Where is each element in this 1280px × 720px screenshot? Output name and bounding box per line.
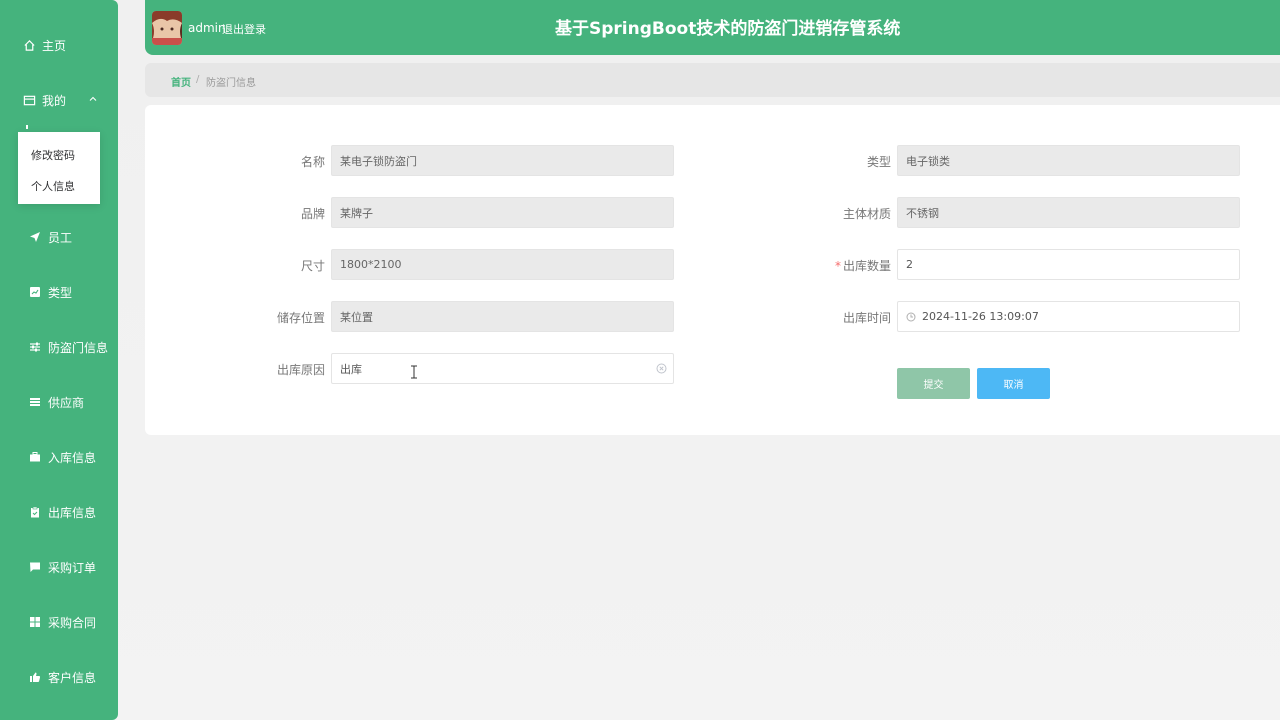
brand-value: 某牌子 <box>340 206 373 220</box>
chart-box-icon <box>28 285 42 299</box>
menu-item-label: 防盗门信息 <box>48 340 109 355</box>
brand-label: 品牌 <box>300 207 325 221</box>
avatar <box>152 11 182 45</box>
menu-item-stock-out[interactable]: 出库信息 <box>0 497 118 527</box>
time-label: 出库时间 <box>842 311 891 325</box>
submit-button[interactable]: 提交 <box>897 368 970 399</box>
menu-mine[interactable]: 我的 <box>0 85 118 115</box>
clipboard-icon <box>28 505 42 519</box>
list-icon <box>28 395 42 409</box>
breadcrumb-separator: / <box>196 74 200 85</box>
menu-item-purchase-order[interactable]: 采购订单 <box>0 552 118 582</box>
quantity-input[interactable]: 2 <box>897 249 1240 280</box>
breadcrumb-home[interactable]: 首页 <box>171 74 191 89</box>
cancel-button[interactable]: 取消 <box>977 368 1050 399</box>
form-panel: 名称 某电子锁防盗门 类型 电子锁类 品牌 某牌子 主体材质 不锈钢 尺寸 18… <box>145 105 1280 435</box>
submenu-change-password[interactable]: 修改密码 <box>31 147 75 163</box>
menu-item-staff[interactable]: 员工 <box>0 222 118 252</box>
wallet-icon <box>22 93 36 107</box>
name-field[interactable]: 某电子锁防盗门 <box>331 145 674 176</box>
menu-item-label: 采购订单 <box>48 560 97 575</box>
menu-item-type[interactable]: 类型 <box>0 277 118 307</box>
material-field[interactable]: 不锈钢 <box>897 197 1240 228</box>
menu-item-stock-in[interactable]: 入库信息 <box>0 442 118 472</box>
send-icon <box>28 230 42 244</box>
reason-label: 出库原因 <box>276 363 325 377</box>
time-picker[interactable]: 2024-11-26 13:09:07 <box>897 301 1240 332</box>
chat-icon <box>28 560 42 574</box>
mine-submenu: 修改密码 个人信息 <box>18 132 100 204</box>
menu-item-purchase-contract[interactable]: 采购合同 <box>0 607 118 637</box>
menu-item-label: 员工 <box>48 230 73 245</box>
thumb-icon <box>28 670 42 684</box>
type-label: 类型 <box>866 155 891 169</box>
name-label: 名称 <box>300 155 325 169</box>
breadcrumb: 首页 / 防盗门信息 <box>145 63 1280 97</box>
chevron-up-icon <box>88 93 98 107</box>
size-field[interactable]: 1800*2100 <box>331 249 674 280</box>
name-value: 某电子锁防盗门 <box>340 154 417 168</box>
menu-item-label: 入库信息 <box>48 450 97 465</box>
menu-item-label: 供应商 <box>48 395 85 410</box>
menu-home-label: 主页 <box>42 38 67 53</box>
logout-link[interactable]: 退出登录 <box>222 21 266 37</box>
menu-mine-label: 我的 <box>42 93 67 108</box>
username: admin <box>188 21 226 35</box>
menu-item-label: 客户信息 <box>48 670 97 685</box>
type-value: 电子锁类 <box>906 154 950 168</box>
submenu-indicator <box>26 125 28 129</box>
breadcrumb-current: 防盗门信息 <box>206 78 256 89</box>
material-label: 主体材质 <box>842 207 891 221</box>
location-field[interactable]: 某位置 <box>331 301 674 332</box>
menu-home[interactable]: 主页 <box>0 30 118 60</box>
header: admin 退出登录 基于SpringBoot技术的防盗门进销存管系统 <box>145 0 1280 55</box>
system-title: 基于SpringBoot技术的防盗门进销存管系统 <box>555 19 901 39</box>
menu-item-supplier[interactable]: 供应商 <box>0 387 118 417</box>
sliders-icon <box>28 340 42 354</box>
material-value: 不锈钢 <box>906 206 939 220</box>
quantity-label-text: 出库数量 <box>842 259 891 273</box>
grid-icon <box>28 615 42 629</box>
reason-input[interactable]: 出库 <box>331 353 674 384</box>
location-value: 某位置 <box>340 310 373 324</box>
required-mark: * <box>834 259 841 273</box>
size-value: 1800*2100 <box>340 258 402 271</box>
menu-item-label: 采购合同 <box>48 615 97 630</box>
menu-item-label: 出库信息 <box>48 505 97 520</box>
quantity-value: 2 <box>906 258 913 271</box>
brand-field[interactable]: 某牌子 <box>331 197 674 228</box>
sidebar: 主页 我的 员工 类型 防盗门信息 供应商 入库信息 出库信息 采购订单 采购合… <box>0 0 118 720</box>
clear-icon[interactable] <box>656 363 667 377</box>
size-label: 尺寸 <box>300 259 325 273</box>
text-cursor-icon <box>410 364 418 383</box>
briefcase-icon <box>28 450 42 464</box>
clock-icon <box>906 312 916 322</box>
reason-value: 出库 <box>340 362 362 376</box>
time-value: 2024-11-26 13:09:07 <box>922 310 1039 323</box>
menu-item-door-info[interactable]: 防盗门信息 <box>0 332 118 362</box>
location-label: 储存位置 <box>276 311 325 325</box>
menu-item-label: 类型 <box>48 285 73 300</box>
quantity-label: * 出库数量 <box>791 257 891 274</box>
home-icon <box>22 38 36 52</box>
menu-item-customer[interactable]: 客户信息 <box>0 662 118 692</box>
submenu-profile[interactable]: 个人信息 <box>31 178 75 194</box>
type-field[interactable]: 电子锁类 <box>897 145 1240 176</box>
